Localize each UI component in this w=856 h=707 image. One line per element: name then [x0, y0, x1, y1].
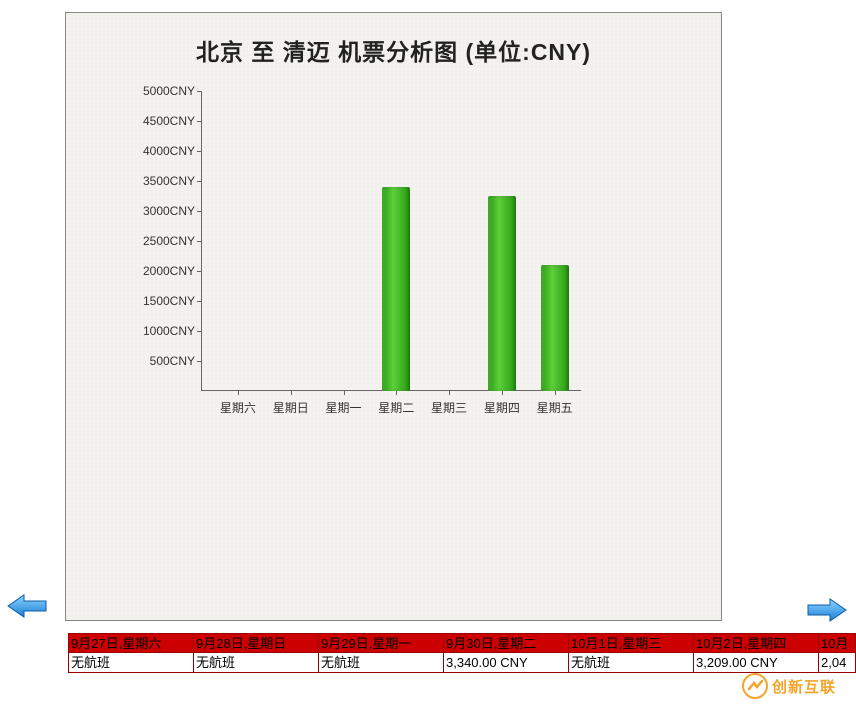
x-tick-label: 星期日 [273, 399, 309, 416]
y-tick-mark [197, 241, 201, 242]
chart-bar [488, 196, 516, 391]
y-tick-label: 5000CNY [143, 84, 195, 98]
y-tick-label: 1500CNY [143, 294, 195, 308]
y-tick-label: 3000CNY [143, 204, 195, 218]
y-tick-mark [197, 361, 201, 362]
y-tick-label: 2500CNY [143, 234, 195, 248]
y-tick-mark [197, 211, 201, 212]
x-tick-label: 星期六 [220, 399, 256, 416]
y-tick-label: 2000CNY [143, 264, 195, 278]
table-header-cell: 10月1日,星期三 [569, 634, 694, 653]
watermark: 创新互联 [742, 673, 836, 699]
x-tick-label: 星期四 [484, 399, 520, 416]
plot-area: 500CNY1000CNY1500CNY2000CNY2500CNY3000CN… [201, 91, 581, 391]
price-table: 9月27日,星期六 9月28日,星期日 9月29日,星期一 9月30日,星期二 … [68, 633, 856, 673]
chart-frame: 北京 至 清迈 机票分析图 (单位:CNY) 500CNY1000CNY1500… [65, 12, 722, 621]
y-tick-label: 4500CNY [143, 114, 195, 128]
x-tick-label: 星期一 [325, 399, 361, 416]
table-header-cell: 9月27日,星期六 [69, 634, 194, 653]
x-tick-label: 星期二 [378, 399, 414, 416]
y-tick-mark [197, 331, 201, 332]
table-cell: 3,209.00 CNY [694, 653, 819, 672]
y-tick-label: 1000CNY [143, 324, 195, 338]
y-tick-mark [197, 151, 201, 152]
x-tick-label: 星期五 [537, 399, 573, 416]
watermark-text: 创新互联 [772, 676, 836, 697]
next-arrow-button[interactable] [806, 596, 848, 624]
y-tick-mark [197, 181, 201, 182]
table-header-cell: 9月29日,星期一 [319, 634, 444, 653]
y-tick-label: 500CNY [150, 354, 195, 368]
chart-bar [541, 265, 569, 391]
x-tick-mark [344, 391, 345, 395]
table-header-cell: 9月30日,星期二 [444, 634, 569, 653]
y-tick-label: 3500CNY [143, 174, 195, 188]
table-cell: 无航班 [319, 653, 444, 672]
x-tick-mark [502, 391, 503, 395]
y-tick-mark [197, 271, 201, 272]
table-cell: 2,04 [819, 653, 855, 672]
table-header-cell: 10月 [819, 634, 855, 653]
x-tick-mark [449, 391, 450, 395]
y-tick-mark [197, 121, 201, 122]
table-header-cell: 10月2日,星期四 [694, 634, 819, 653]
table-value-row: 无航班 无航班 无航班 3,340.00 CNY 无航班 3,209.00 CN… [69, 653, 855, 672]
table-cell: 无航班 [569, 653, 694, 672]
chart-bar [382, 187, 410, 391]
watermark-logo-icon [742, 673, 768, 699]
y-tick-mark [197, 301, 201, 302]
table-header-cell: 9月28日,星期日 [194, 634, 319, 653]
table-cell: 3,340.00 CNY [444, 653, 569, 672]
table-cell: 无航班 [194, 653, 319, 672]
x-tick-mark [238, 391, 239, 395]
chart-title: 北京 至 清迈 机票分析图 (单位:CNY) [66, 33, 721, 67]
y-tick-mark [197, 91, 201, 92]
prev-arrow-button[interactable] [6, 592, 48, 620]
table-header-row: 9月27日,星期六 9月28日,星期日 9月29日,星期一 9月30日,星期二 … [69, 634, 855, 653]
y-tick-label: 4000CNY [143, 144, 195, 158]
x-tick-mark [396, 391, 397, 395]
y-axis [201, 91, 202, 391]
x-tick-label: 星期三 [431, 399, 467, 416]
x-tick-mark [291, 391, 292, 395]
table-cell: 无航班 [69, 653, 194, 672]
x-tick-mark [555, 391, 556, 395]
